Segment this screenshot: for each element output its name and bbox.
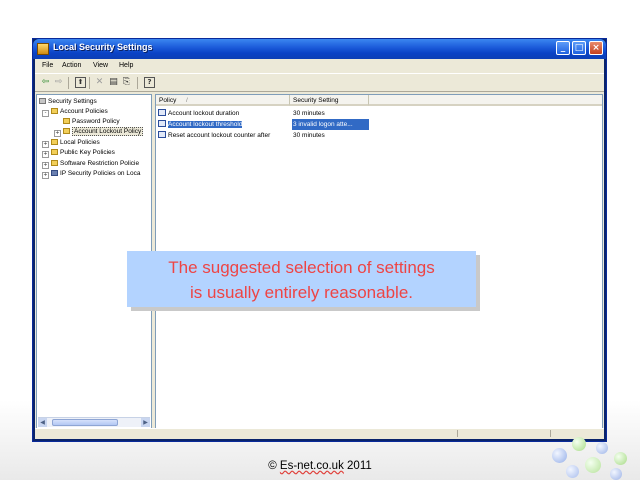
tree-item-software-restriction[interactable]: Software Restriction Policie — [51, 160, 139, 167]
menu-bar: File Action View Help — [35, 59, 604, 72]
folder-icon — [63, 128, 70, 134]
security-settings-app-icon — [37, 43, 49, 55]
bubble-decoration — [596, 442, 608, 454]
minimize-button[interactable]: _ — [556, 41, 570, 55]
help-icon[interactable]: ? — [144, 77, 155, 88]
window-title: Local Security Settings — [53, 42, 153, 52]
toolbar: ⇦ ⇨ ⬆ ✕ ▤ ⎘ ? — [35, 73, 604, 92]
column-header-security-setting[interactable]: Security Setting — [290, 95, 369, 106]
copyright-prefix: © — [268, 460, 280, 472]
folder-icon — [51, 149, 58, 155]
annotation-callout: The suggested selection of settings is u… — [127, 251, 476, 307]
folder-icon — [51, 108, 58, 114]
tree-item-ip-security[interactable]: IP Security Policies on Loca — [51, 170, 140, 177]
bubble-decoration — [610, 468, 622, 480]
tree-item-local-policies[interactable]: Local Policies — [51, 139, 100, 146]
callout-line-2: is usually entirely reasonable. — [189, 283, 413, 302]
window-client-area: File Action View Help ⇦ ⇨ ⬆ ✕ ▤ ⎘ ? Secu… — [35, 59, 604, 439]
menu-view[interactable]: View — [93, 62, 108, 69]
bubble-decoration — [614, 452, 627, 465]
maximize-button[interactable]: □ — [572, 41, 586, 55]
toolbar-separator — [68, 77, 69, 89]
expand-toggle-icon[interactable]: + — [42, 162, 49, 169]
back-arrow-icon[interactable]: ⇦ — [40, 77, 51, 88]
copyright-footer: © Es-net.co.uk 2011 — [0, 460, 640, 472]
policy-icon — [158, 120, 166, 127]
column-header-filler — [369, 95, 602, 106]
forward-arrow-icon[interactable]: ⇨ — [53, 77, 64, 88]
menu-help[interactable]: Help — [119, 62, 133, 69]
toolbar-separator — [137, 77, 138, 89]
close-button[interactable]: × — [589, 41, 603, 55]
delete-icon[interactable]: ✕ — [94, 77, 105, 88]
expand-toggle-icon[interactable]: + — [42, 141, 49, 148]
policy-icon — [158, 131, 166, 138]
copyright-site: Es-net.co.uk — [279, 460, 344, 472]
scroll-thumb[interactable] — [52, 419, 118, 426]
status-divider — [457, 430, 458, 437]
scroll-right-icon[interactable]: ▶ — [141, 418, 150, 427]
expand-toggle-icon[interactable]: + — [42, 172, 49, 179]
status-divider — [550, 430, 551, 437]
folder-icon — [51, 160, 58, 166]
tree-item-public-key-policies[interactable]: Public Key Policies — [51, 149, 115, 156]
expand-toggle-icon[interactable]: + — [42, 151, 49, 158]
table-row[interactable]: Account lockout duration 30 minutes — [156, 108, 416, 119]
menu-action[interactable]: Action — [62, 62, 81, 69]
tree-item-account-lockout-policy[interactable]: Account Lockout Policy — [63, 127, 144, 136]
tree-item-security-settings[interactable]: Security Settings — [39, 98, 97, 105]
column-header-policy[interactable]: Policy / — [156, 95, 290, 106]
folder-icon — [63, 118, 70, 124]
sort-indicator-icon: / — [186, 97, 188, 104]
toolbar-separator — [89, 77, 90, 89]
properties-icon[interactable]: ▤ — [108, 77, 119, 88]
horizontal-scrollbar[interactable]: ◀ ▶ — [38, 417, 150, 427]
export-icon[interactable]: ⎘ — [121, 77, 132, 88]
bubble-decoration — [585, 457, 601, 473]
expand-toggle-icon[interactable]: + — [54, 130, 61, 137]
table-row[interactable]: Reset account lockout counter after 30 m… — [156, 130, 416, 141]
copyright-year: 2011 — [343, 460, 372, 472]
bubble-decoration — [572, 437, 586, 451]
callout-line-1: The suggested selection of settings — [168, 258, 435, 277]
folder-icon — [51, 139, 58, 145]
menu-file[interactable]: File — [42, 62, 53, 69]
bubble-decoration — [566, 465, 579, 478]
tree-item-password-policy[interactable]: Password Policy — [63, 118, 120, 125]
collapse-toggle-icon[interactable]: - — [42, 110, 49, 117]
bubble-decoration — [552, 448, 567, 463]
app-window: Local Security Settings _ □ × File Actio… — [32, 38, 607, 442]
up-folder-icon[interactable]: ⬆ — [75, 77, 86, 88]
scroll-left-icon[interactable]: ◀ — [38, 418, 47, 427]
table-row[interactable]: Account lockout threshold 3 invalid logo… — [156, 119, 416, 130]
status-bar — [35, 428, 604, 439]
computer-icon — [39, 98, 46, 104]
title-bar[interactable]: Local Security Settings _ □ × — [33, 39, 606, 59]
policy-icon — [158, 109, 166, 116]
computer-icon — [51, 170, 58, 176]
tree-item-account-policies[interactable]: Account Policies — [51, 108, 108, 115]
